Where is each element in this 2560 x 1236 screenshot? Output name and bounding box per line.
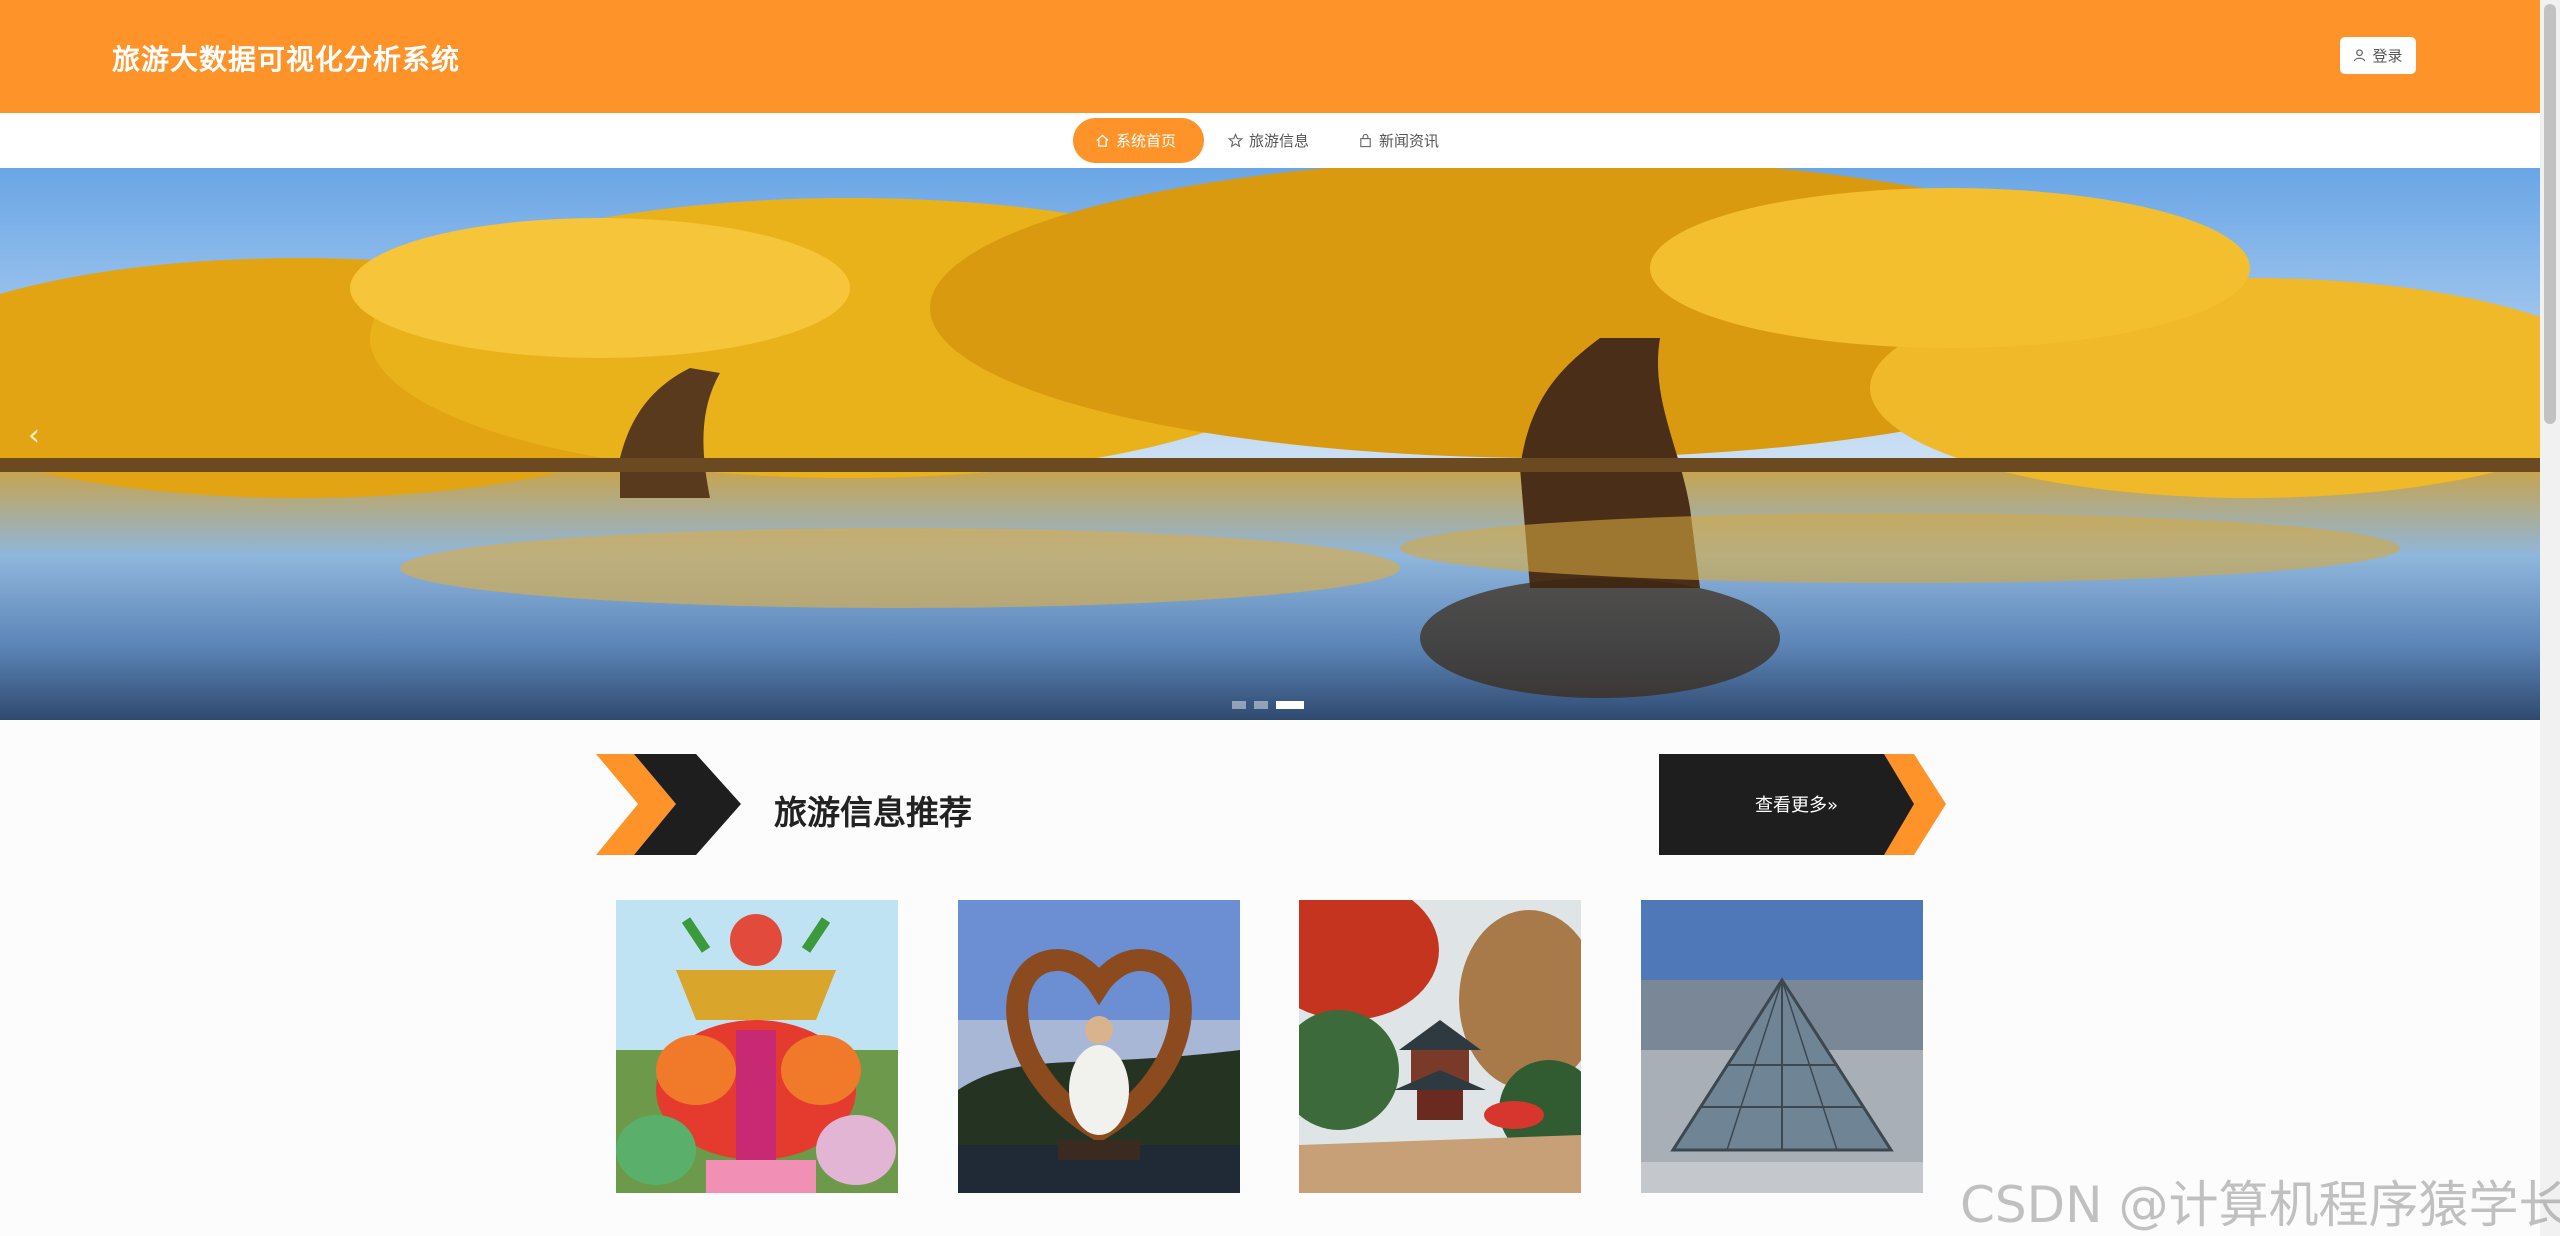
scrollbar-thumb[interactable]	[2544, 4, 2556, 424]
nav-item-home[interactable]: 系统首页	[1073, 118, 1204, 163]
banner-image	[0, 168, 2540, 720]
card-image-heart-frame	[958, 900, 1240, 1193]
card-image-pavilion	[1299, 900, 1581, 1193]
hero-carousel[interactable]: ‹	[0, 168, 2540, 720]
carousel-dots	[1232, 701, 1304, 709]
main-nav: 系统首页 旅游信息 新闻资讯	[0, 113, 2540, 168]
view-more-button[interactable]: 查看更多»	[1659, 754, 1946, 855]
nav-item-travel-info[interactable]: 旅游信息	[1206, 118, 1331, 163]
page-scrollbar[interactable]	[2540, 0, 2560, 1236]
section-title: 旅游信息推荐	[774, 793, 972, 832]
nav-item-label: 旅游信息	[1249, 132, 1310, 150]
travel-card[interactable]	[958, 900, 1240, 1193]
travel-card[interactable]	[1299, 900, 1581, 1193]
nav-item-label: 新闻资讯	[1379, 132, 1440, 150]
card-image-pyramid	[1641, 900, 1923, 1193]
nav-item-label: 系统首页	[1116, 132, 1177, 150]
page: 旅游大数据可视化分析系统 登录 系统首页 旅游信息 新闻资讯 ‹ 旅游信息推荐 …	[0, 0, 2560, 1236]
top-header: 旅游大数据可视化分析系统 登录	[0, 0, 2540, 113]
nav-item-news[interactable]: 新闻资讯	[1336, 118, 1461, 163]
travel-card[interactable]	[616, 900, 898, 1193]
card-image-lantern	[616, 900, 898, 1193]
carousel-dot[interactable]	[1232, 701, 1246, 709]
home-icon	[1096, 134, 1109, 147]
star-icon	[1228, 133, 1243, 148]
bag-icon	[1360, 133, 1371, 148]
user-icon	[2354, 49, 2366, 62]
carousel-dot-active[interactable]	[1276, 701, 1304, 709]
travel-card[interactable]	[1641, 900, 1923, 1193]
site-title: 旅游大数据可视化分析系统	[112, 43, 461, 76]
carousel-dot[interactable]	[1254, 701, 1268, 709]
chevron-decoration	[596, 754, 741, 855]
login-button[interactable]: 登录	[2340, 37, 2416, 74]
recommendation-section-header: 旅游信息推荐 查看更多»	[596, 754, 1946, 855]
login-label: 登录	[2372, 47, 2403, 65]
csdn-watermark: CSDN @计算机程序猿学长	[1960, 1176, 2560, 1234]
view-more-label: 查看更多»	[1755, 795, 1839, 816]
carousel-prev-arrow[interactable]: ‹	[28, 418, 40, 453]
